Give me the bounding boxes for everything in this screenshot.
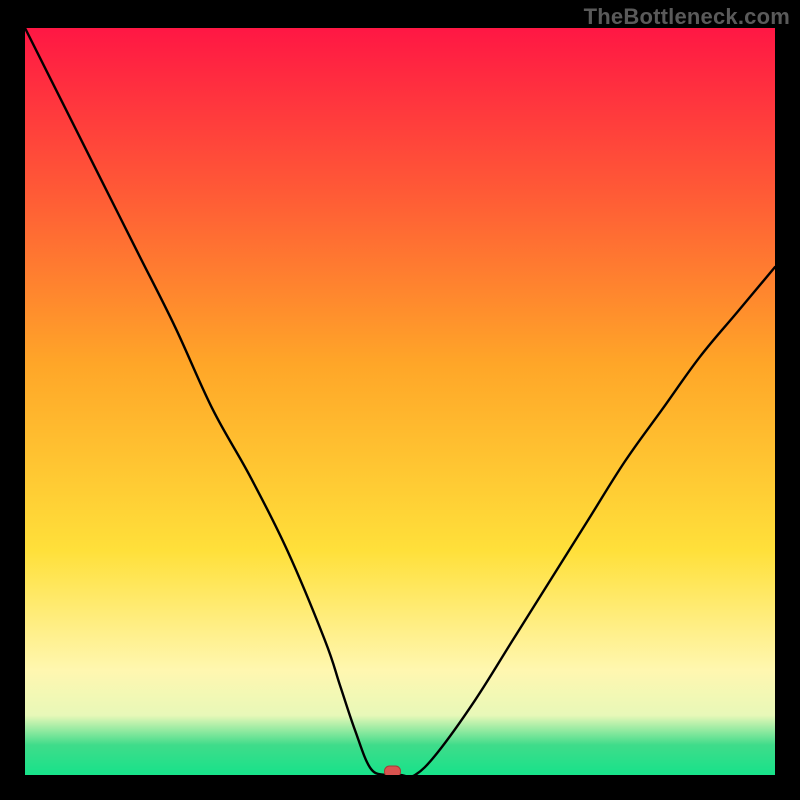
plot-area xyxy=(25,28,775,775)
bottleneck-curve-chart xyxy=(25,28,775,775)
gradient-background xyxy=(25,28,775,775)
watermark-text: TheBottleneck.com xyxy=(584,4,790,30)
chart-frame: TheBottleneck.com xyxy=(0,0,800,800)
optimum-marker xyxy=(385,766,401,775)
